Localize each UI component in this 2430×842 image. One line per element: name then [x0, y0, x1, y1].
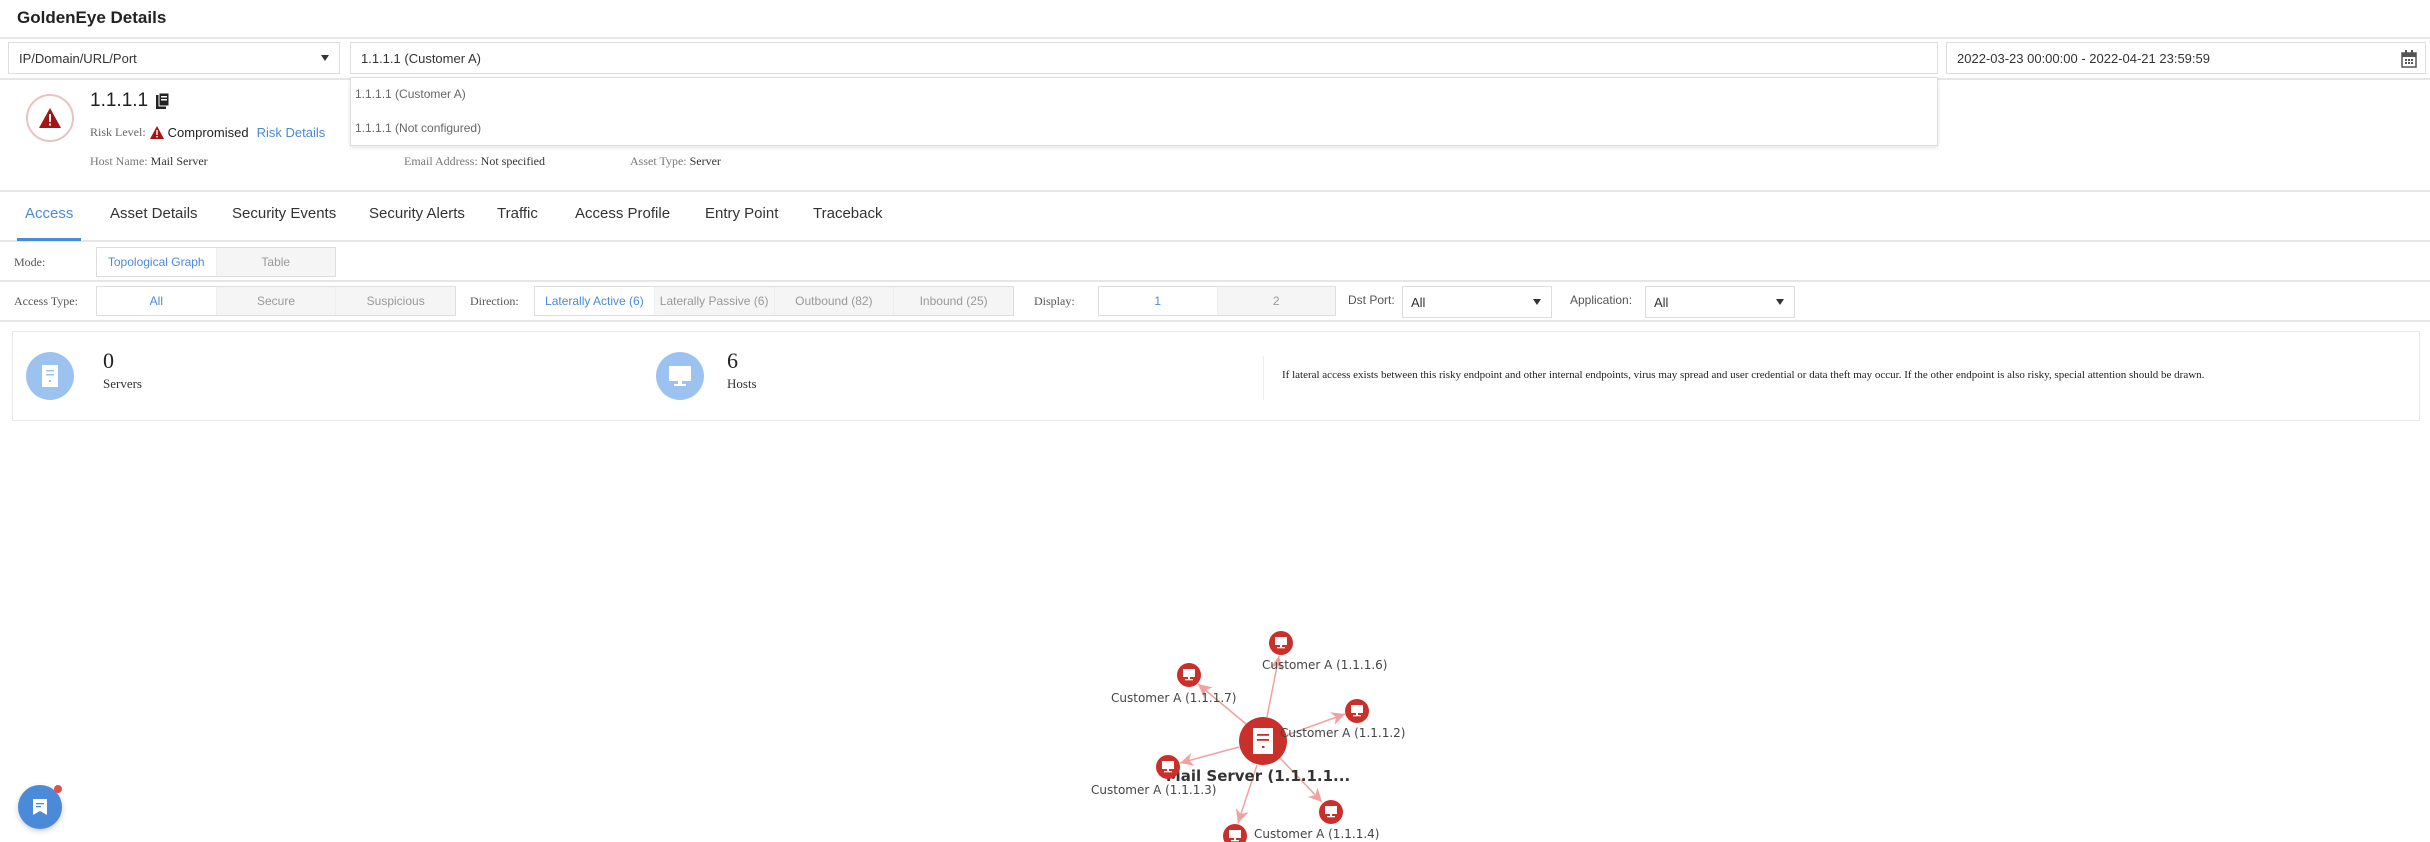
floating-bookmark-button[interactable] [18, 785, 62, 829]
lateral-access-info: If lateral access exists between this ri… [1282, 369, 2205, 381]
application-label: Application: [1570, 293, 1633, 307]
notification-dot [54, 785, 62, 793]
chevron-down-icon [321, 55, 329, 61]
page-title: GoldenEye Details [17, 8, 167, 27]
email-value: Not specified [480, 154, 545, 168]
server-icon [26, 352, 74, 400]
warning-icon [149, 126, 164, 139]
bookmark-icon [33, 799, 47, 815]
search-input[interactable]: 1.1.1.1 (Customer A) [350, 42, 1938, 74]
display-option-2[interactable]: 2 [1216, 287, 1335, 315]
display-option-1[interactable]: 1 [1099, 287, 1217, 315]
summary-divider [1263, 356, 1264, 400]
topology-graph[interactable]: Mail Server (1.1.1.1... Customer A (1.1.… [0, 430, 2430, 842]
email-label: Email Address: [404, 154, 478, 168]
graph-node-host[interactable]: Customer A (1.1.1.6) [1262, 631, 1387, 672]
search-value: 1.1.1.1 (Customer A) [361, 50, 481, 66]
tab-access-profile[interactable]: Access Profile [575, 205, 670, 222]
access-type-all[interactable]: All [97, 287, 216, 315]
tab-security-events[interactable]: Security Events [232, 205, 336, 222]
tab-traffic[interactable]: Traffic [497, 205, 538, 222]
active-tab-indicator [17, 238, 81, 241]
chevron-down-icon [1776, 299, 1784, 305]
search-suggestions-dropdown [350, 77, 1938, 146]
host-name-value: Mail Server [150, 154, 208, 168]
risk-level-label: Risk Level: [90, 125, 146, 139]
access-type-suspicious[interactable]: Suspicious [335, 287, 456, 315]
asset-type-label: Asset Type: [630, 154, 687, 168]
graph-node-label: Customer A (1.1.1.3) [1091, 783, 1216, 797]
dst-port-label: Dst Port: [1348, 293, 1395, 307]
tab-traceback[interactable]: Traceback [813, 205, 882, 222]
tab-entry-point[interactable]: Entry Point [705, 205, 778, 222]
graph-node-label: Customer A (1.1.1.4) [1254, 827, 1379, 841]
servers-count: 0 [103, 348, 114, 373]
host-icon [656, 352, 704, 400]
dst-port-select[interactable]: All [1402, 286, 1552, 318]
access-type-label: Access Type: [14, 294, 78, 308]
chevron-down-icon [1533, 299, 1541, 305]
direction-inbound[interactable]: Inbound (25) [893, 287, 1013, 315]
display-label: Display: [1034, 294, 1075, 308]
mode-topological-graph[interactable]: Topological Graph [97, 248, 216, 276]
application-value: All [1654, 294, 1669, 310]
graph-node-label: Customer A (1.1.1.6) [1262, 658, 1387, 672]
servers-label: Servers [103, 376, 142, 391]
tab-access[interactable]: Access [25, 205, 73, 222]
direction-laterally-passive[interactable]: Laterally Passive (6) [653, 287, 774, 315]
graph-node-host[interactable]: Customer A (1.1.1.7) [1111, 663, 1236, 705]
mode-table[interactable]: Table [215, 248, 335, 276]
risk-alert-icon [26, 94, 74, 142]
search-type-select[interactable]: IP/Domain/URL/Port [8, 42, 340, 74]
tab-security-alerts[interactable]: Security Alerts [369, 205, 465, 222]
risk-details-link[interactable]: Risk Details [257, 125, 326, 140]
graph-node-label: Customer A (1.1.1.7) [1111, 691, 1236, 705]
hosts-count: 6 [727, 348, 738, 373]
search-type-value: IP/Domain/URL/Port [19, 50, 137, 66]
dropdown-option[interactable]: 1.1.1.1 (Not configured) [355, 121, 481, 135]
date-range-picker[interactable]: 2022-03-23 00:00:00 - 2022-04-21 23:59:5… [1946, 42, 2426, 74]
graph-node-label: Customer A (1.1.1.2) [1280, 726, 1405, 740]
dst-port-value: All [1411, 294, 1426, 310]
date-range-value: 2022-03-23 00:00:00 - 2022-04-21 23:59:5… [1957, 50, 2210, 66]
graph-node-host[interactable]: Customer A (1.1.1.4) [1254, 800, 1379, 841]
hosts-label: Hosts [727, 376, 757, 391]
copy-icon[interactable] [156, 93, 170, 109]
tab-asset-details[interactable]: Asset Details [110, 205, 198, 222]
dropdown-option[interactable]: 1.1.1.1 (Customer A) [355, 87, 466, 101]
graph-edge [1179, 746, 1240, 766]
graph-node-host[interactable] [1223, 824, 1247, 842]
direction-label: Direction: [470, 294, 519, 308]
application-select[interactable]: All [1645, 286, 1795, 318]
direction-outbound[interactable]: Outbound (82) [773, 287, 894, 315]
asset-ip: 1.1.1.1 [90, 90, 149, 111]
host-name-label: Host Name: [90, 154, 148, 168]
graph-node-host[interactable]: Customer A (1.1.1.2) [1280, 699, 1405, 740]
mode-label: Mode: [14, 255, 46, 269]
calendar-icon [2401, 50, 2417, 68]
access-type-secure[interactable]: Secure [215, 287, 336, 315]
asset-type-value: Server [689, 154, 721, 168]
risk-level-value: Compromised [167, 125, 249, 140]
direction-laterally-active[interactable]: Laterally Active (6) [535, 287, 654, 315]
